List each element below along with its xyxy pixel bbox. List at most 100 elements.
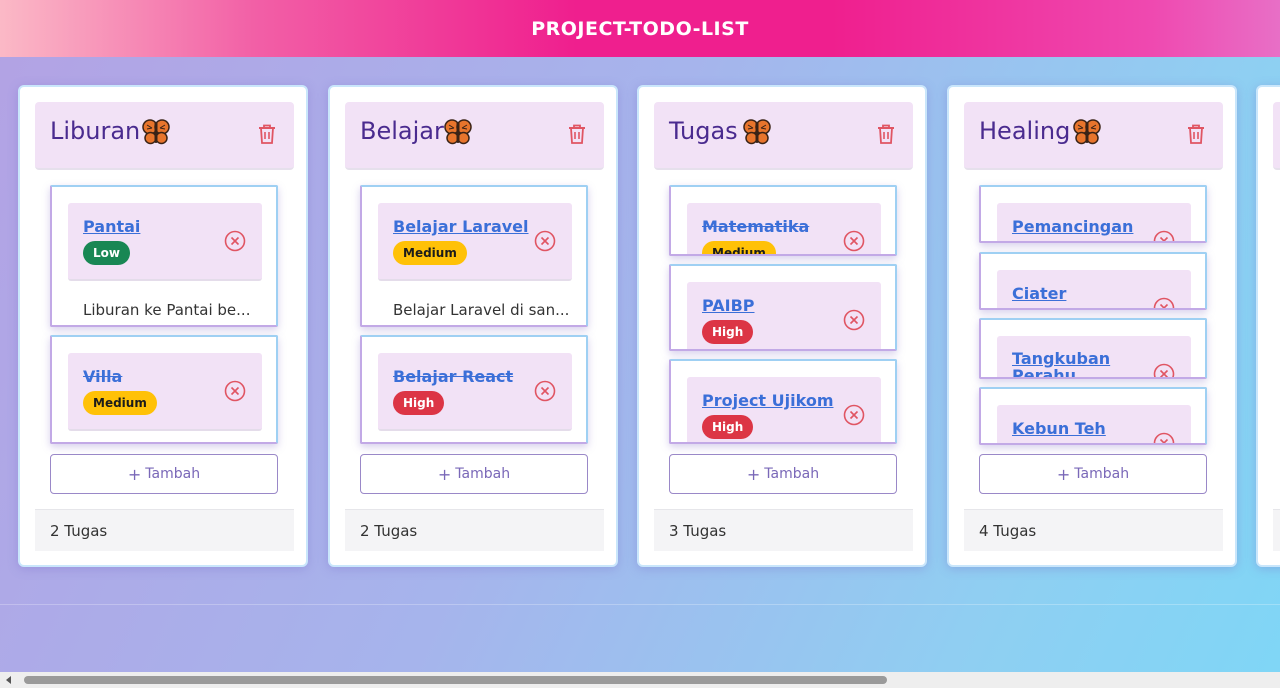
task-title-link[interactable]: Villa — [83, 367, 122, 386]
add-task-label: Tambah — [764, 466, 820, 482]
task-count: 4 Tugas — [979, 522, 1037, 540]
task-header: Kebun Teh — [997, 405, 1191, 445]
trash-icon[interactable] — [1186, 123, 1206, 145]
add-task-label: Tambah — [455, 466, 511, 482]
task-title-link[interactable]: Project Ujikom — [702, 391, 833, 410]
task-card[interactable]: Belajar React High — [360, 335, 588, 444]
butterfly-icon — [1073, 119, 1101, 145]
task-header: Matematika Medium — [687, 203, 881, 254]
task-header: Tangkuban Perahu — [997, 336, 1191, 379]
task-header: Belajar React High — [378, 353, 572, 431]
task-title-link[interactable]: Kebun Teh — [1012, 419, 1106, 438]
butterfly-icon — [743, 119, 771, 145]
add-task-button[interactable]: + Tambah — [669, 454, 897, 494]
priority-badge: Medium — [702, 241, 776, 254]
circle-x-icon[interactable] — [224, 230, 246, 252]
task-title-link[interactable]: Belajar Laravel — [393, 217, 529, 236]
task-header: Pemancingan — [997, 203, 1191, 243]
priority-badge: High — [702, 320, 754, 344]
task-count: 3 Tugas — [669, 522, 727, 540]
add-task-button[interactable]: + Tambah — [979, 454, 1207, 494]
trash-icon[interactable] — [876, 123, 896, 145]
task-card[interactable]: Ciater — [979, 252, 1207, 310]
circle-x-icon[interactable] — [534, 380, 556, 402]
task-card[interactable]: Pantai Low Liburan ke Pantai be... — [50, 185, 278, 327]
trash-icon[interactable] — [567, 123, 587, 145]
task-header: Project Ujikom High — [687, 377, 881, 442]
task-count: 2 Tugas — [50, 522, 108, 540]
column-header: Healing — [964, 102, 1223, 170]
circle-x-icon[interactable] — [843, 309, 865, 331]
app-header: PROJECT-TODO-LIST — [0, 0, 1280, 57]
column-footer — [1273, 509, 1280, 551]
horizontal-scrollbar[interactable] — [0, 672, 1280, 688]
priority-badge: Medium — [393, 241, 467, 265]
task-header: Belajar Laravel Medium — [378, 203, 572, 281]
task-card[interactable]: Project Ujikom High — [669, 359, 897, 444]
add-task-label: Tambah — [145, 466, 201, 482]
priority-badge: Medium — [83, 391, 157, 415]
butterfly-icon — [142, 119, 170, 145]
plus-icon: + — [437, 464, 452, 484]
divider — [0, 604, 1280, 605]
column-header: Tugas — [654, 102, 913, 170]
circle-x-icon[interactable] — [534, 230, 556, 252]
task-header: PAIBP High — [687, 282, 881, 349]
column-belajar: Belajar Belajar Laravel Medium Belajar L… — [328, 85, 618, 567]
column-title: Tugas — [669, 117, 738, 145]
circle-x-icon[interactable] — [843, 230, 865, 252]
task-title-link[interactable]: Tangkuban Perahu — [1012, 350, 1132, 377]
task-title-link[interactable]: Pemancingan — [1012, 217, 1133, 236]
task-card[interactable]: Pemancingan — [979, 185, 1207, 243]
column-title: Healing — [979, 117, 1071, 145]
task-count: 2 Tugas — [360, 522, 418, 540]
plus-icon: + — [746, 464, 761, 484]
task-card[interactable]: Tangkuban Perahu — [979, 318, 1207, 379]
task-card[interactable]: Matematika Medium — [669, 185, 897, 256]
task-title-link[interactable]: Ciater — [1012, 284, 1066, 303]
add-task-button[interactable]: + Tambah — [360, 454, 588, 494]
circle-x-icon[interactable] — [1153, 363, 1175, 379]
column-footer: 2 Tugas — [35, 509, 294, 551]
circle-x-icon[interactable] — [1153, 297, 1175, 310]
task-title-link[interactable]: PAIBP — [702, 296, 755, 315]
butterfly-icon — [444, 119, 472, 145]
circle-x-icon[interactable] — [224, 380, 246, 402]
column-next-partial — [1256, 85, 1280, 567]
column-tugas: Tugas Matematika Medium PAIBP High Proje… — [637, 85, 927, 567]
scrollbar-thumb[interactable] — [24, 676, 887, 684]
task-title-link[interactable]: Pantai — [83, 217, 140, 236]
app-title: PROJECT-TODO-LIST — [531, 17, 749, 40]
column-title: Liburan — [50, 117, 141, 145]
task-description: Liburan ke Pantai be... — [83, 301, 251, 319]
column-title: Belajar — [360, 117, 444, 145]
priority-badge: High — [702, 415, 754, 439]
task-header: Villa Medium — [68, 353, 262, 431]
circle-x-icon[interactable] — [1153, 230, 1175, 243]
task-card[interactable]: PAIBP High — [669, 264, 897, 351]
column-header — [1273, 102, 1280, 170]
add-task-label: Tambah — [1074, 466, 1130, 482]
board[interactable]: Liburan Pantai Low Liburan ke Pantai be.… — [0, 57, 1280, 605]
priority-badge: High — [393, 391, 445, 415]
task-description: Belajar Laravel di san... — [393, 301, 570, 319]
task-header: Ciater — [997, 270, 1191, 310]
column-footer: 3 Tugas — [654, 509, 913, 551]
scroll-left-icon[interactable] — [6, 676, 11, 684]
column-footer: 4 Tugas — [964, 509, 1223, 551]
column-header: Belajar — [345, 102, 604, 170]
column-footer: 2 Tugas — [345, 509, 604, 551]
column-healing: Healing Pemancingan Ciater Tangkuban Per… — [947, 85, 1237, 567]
task-card[interactable]: Kebun Teh — [979, 387, 1207, 445]
task-header: Pantai Low — [68, 203, 262, 281]
column-liburan: Liburan Pantai Low Liburan ke Pantai be.… — [18, 85, 308, 567]
plus-icon: + — [1056, 464, 1071, 484]
circle-x-icon[interactable] — [1153, 432, 1175, 445]
task-card[interactable]: Villa Medium — [50, 335, 278, 444]
task-title-link[interactable]: Belajar React — [393, 367, 513, 386]
add-task-button[interactable]: + Tambah — [50, 454, 278, 494]
task-card[interactable]: Belajar Laravel Medium Belajar Laravel d… — [360, 185, 588, 327]
task-title-link[interactable]: Matematika — [702, 217, 809, 236]
trash-icon[interactable] — [257, 123, 277, 145]
circle-x-icon[interactable] — [843, 404, 865, 426]
